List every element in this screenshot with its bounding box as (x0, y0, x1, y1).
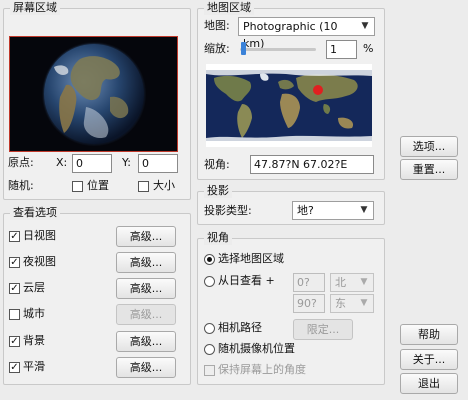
viewpoint-title: 视角 (204, 231, 232, 245)
latitude-input[interactable]: 0? (293, 273, 325, 292)
screen-area-group: 屏幕区域 原点: X: 0 Y: 0 随机: 位置 大小 (3, 1, 191, 200)
random-position-checkbox[interactable] (72, 181, 83, 192)
options-button[interactable]: 选项... (400, 136, 458, 157)
night-view-label: 夜视图 (23, 255, 56, 268)
camera-path-radio-label: 相机路径 (218, 321, 262, 334)
random-label: 随机: (8, 179, 34, 192)
from-sun-radio-label: 从日查看 + (218, 274, 275, 287)
projection-type-label: 投影类型: (204, 204, 252, 217)
map-area-radio-label: 选择地图区域 (218, 252, 284, 265)
from-sun-radio[interactable] (204, 276, 215, 287)
background-checkbox[interactable]: ✓ (9, 336, 20, 347)
keep-angle-label: 保持屏幕上的角度 (218, 363, 306, 376)
x-input[interactable]: 0 (72, 154, 112, 173)
screen-preview (9, 36, 178, 152)
view-angle-input[interactable]: 47.87?N 67.02?E (250, 155, 374, 174)
smooth-label: 平滑 (23, 360, 45, 373)
map-label: 地图: (204, 19, 230, 32)
random-size-checkbox[interactable] (138, 181, 149, 192)
chevron-down-icon: ▼ (360, 298, 368, 308)
zoom-input[interactable]: 1 (326, 40, 357, 59)
random-camera-radio[interactable] (204, 344, 215, 355)
smooth-checkbox[interactable]: ✓ (9, 362, 20, 373)
random-position-label: 位置 (87, 179, 109, 192)
background-advanced-button[interactable]: 高级... (116, 331, 176, 352)
random-size-label: 大小 (153, 179, 175, 192)
night-view-advanced-button[interactable]: 高级... (116, 252, 176, 273)
longitude-input[interactable]: 90? (293, 294, 325, 313)
map-area-group: 地图区域 地图: Photographic (10 km) ▼ 缩放: 1 % … (197, 1, 385, 180)
day-view-label: 日视图 (23, 229, 56, 242)
x-label: X: (56, 156, 68, 169)
earth-globe-image (42, 42, 146, 146)
chevron-down-icon: ▼ (360, 277, 368, 287)
view-position-marker (313, 85, 323, 95)
help-button[interactable]: 帮助 (400, 324, 458, 345)
about-button[interactable]: 关于... (400, 349, 458, 370)
zoom-unit: % (363, 42, 374, 55)
projection-group: 投影 投影类型: 地? ▼ (197, 184, 385, 225)
world-map-image (206, 70, 372, 141)
y-label: Y: (122, 156, 131, 169)
background-label: 背景 (23, 334, 45, 347)
zoom-slider-track[interactable] (240, 48, 316, 51)
camera-path-radio[interactable] (204, 323, 215, 334)
longitude-direction-select[interactable]: 东 ▼ (330, 294, 374, 313)
keep-angle-checkbox[interactable] (204, 365, 215, 376)
day-view-checkbox[interactable]: ✓ (9, 231, 20, 242)
chevron-down-icon: ▼ (361, 21, 369, 31)
limit-button[interactable]: 限定... (293, 319, 353, 340)
cities-checkbox[interactable] (9, 309, 20, 320)
map-type-value: Photographic (10 km) (243, 20, 338, 50)
map-type-select[interactable]: Photographic (10 km) ▼ (238, 17, 375, 50)
latitude-direction-value: 北 (335, 276, 346, 289)
map-area-title: 地图区域 (204, 1, 254, 15)
cities-advanced-button[interactable]: 高级... (116, 304, 176, 325)
latitude-direction-select[interactable]: 北 ▼ (330, 273, 374, 292)
projection-type-value: 地? (297, 204, 314, 217)
clouds-checkbox[interactable]: ✓ (9, 283, 20, 294)
map-preview[interactable] (206, 64, 372, 147)
chevron-down-icon: ▼ (360, 205, 368, 215)
random-camera-radio-label: 随机摄像机位置 (218, 342, 295, 355)
map-area-radio[interactable] (204, 254, 215, 265)
view-angle-label: 视角: (204, 158, 230, 171)
viewpoint-group: 视角 选择地图区域 从日查看 + 0? 北 ▼ 90? 东 ▼ 相机路径 限定.… (197, 231, 385, 385)
projection-title: 投影 (204, 184, 232, 198)
screen-area-title: 屏幕区域 (10, 1, 60, 15)
projection-type-select[interactable]: 地? ▼ (292, 201, 374, 220)
day-view-advanced-button[interactable]: 高级... (116, 226, 176, 247)
view-options-title: 查看选项 (10, 206, 60, 220)
zoom-label: 缩放: (204, 42, 230, 55)
smooth-advanced-button[interactable]: 高级... (116, 357, 176, 378)
origin-label: 原点: (8, 156, 34, 169)
y-input[interactable]: 0 (138, 154, 178, 173)
zoom-slider-thumb[interactable] (241, 42, 247, 55)
reset-button[interactable]: 重置... (400, 159, 458, 180)
night-view-checkbox[interactable]: ✓ (9, 257, 20, 268)
cities-label: 城市 (23, 307, 45, 320)
exit-button[interactable]: 退出 (400, 373, 458, 394)
view-options-group: 查看选项 ✓ 日视图 高级... ✓ 夜视图 高级... ✓ 云层 高级... … (3, 206, 191, 385)
longitude-direction-value: 东 (335, 297, 346, 310)
clouds-label: 云层 (23, 281, 45, 294)
clouds-advanced-button[interactable]: 高级... (116, 278, 176, 299)
